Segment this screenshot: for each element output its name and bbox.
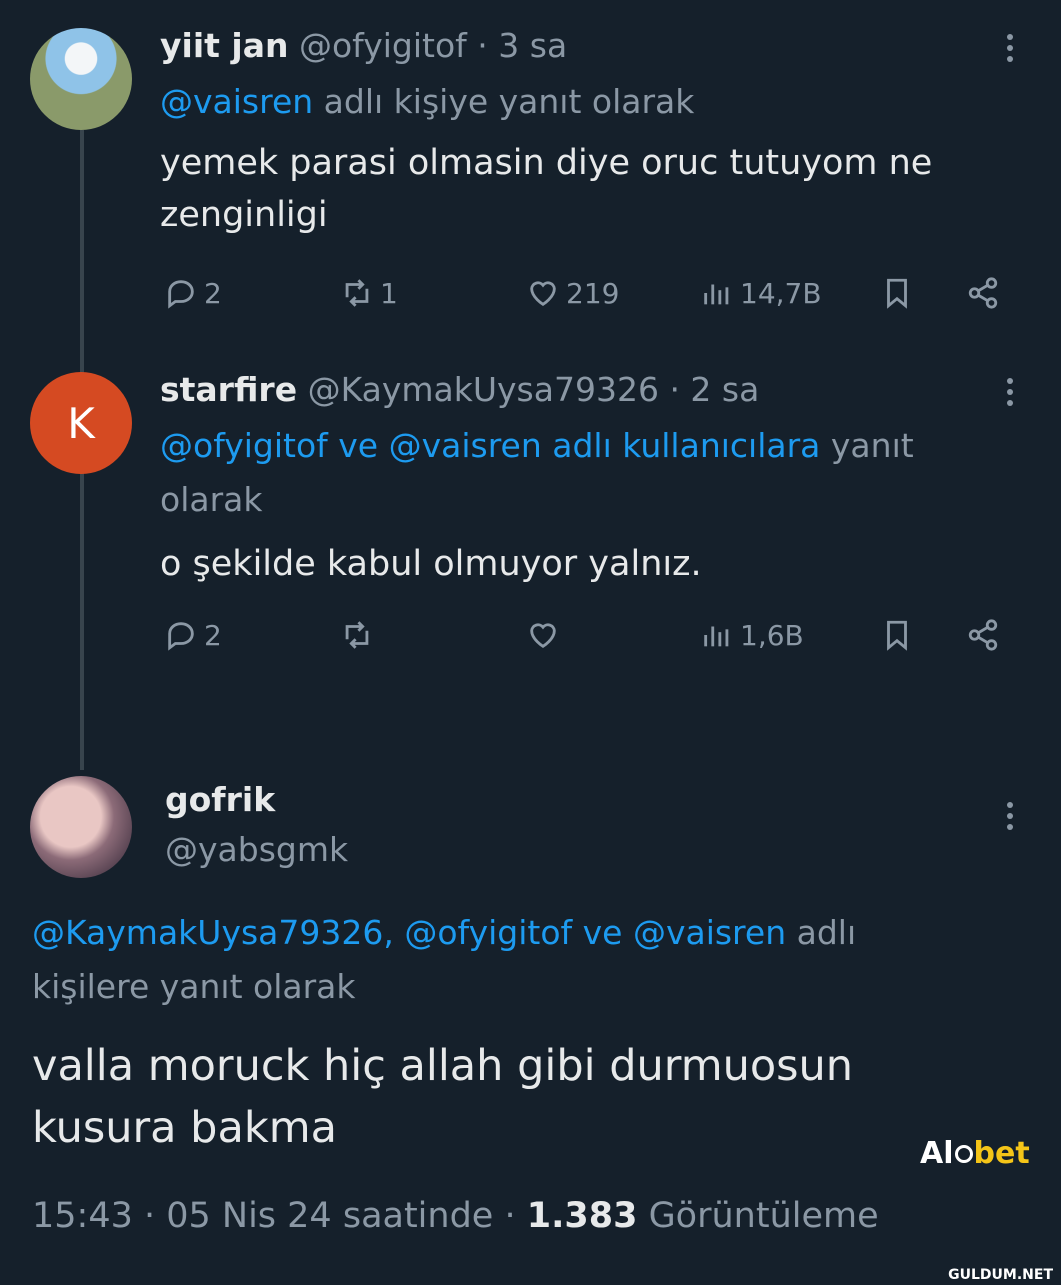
handle[interactable]: @yabsgmk — [165, 830, 348, 869]
bookmark-icon — [887, 620, 907, 651]
reply-icon — [168, 622, 194, 651]
display-name[interactable]: starfire — [160, 370, 297, 409]
mention-link[interactable]: @vaisren — [160, 82, 313, 121]
view-count: 1,6B — [740, 618, 804, 652]
share-button[interactable] — [966, 618, 1006, 652]
retweet-button[interactable]: 1 — [340, 276, 398, 310]
share-icon — [968, 277, 998, 309]
like-count: 219 — [566, 276, 620, 310]
avatar-letter: K — [67, 398, 95, 448]
display-name[interactable]: gofrik — [165, 780, 275, 819]
timestamp[interactable]: 15:43 · 05 Nis 24 saatinde · — [32, 1196, 527, 1236]
bookmark-button[interactable] — [880, 276, 920, 310]
view-count: 14,7B — [740, 276, 822, 310]
more-options-icon[interactable] — [1007, 802, 1015, 835]
handle[interactable]: @KaymakUysa79326 — [308, 370, 659, 409]
reply-count: 2 — [204, 618, 222, 652]
retweet-button[interactable] — [340, 618, 380, 652]
tweet-header: yiit jan @ofyigitof · 3 sa — [160, 26, 567, 65]
reply-context: @ofyigitof ve @vaisren adlı kullanıcılar… — [160, 426, 914, 519]
view-count: 1.383 — [526, 1196, 638, 1236]
watermark: GULDUM.NET — [948, 1267, 1053, 1283]
avatar[interactable] — [30, 28, 132, 130]
heart-icon — [530, 281, 556, 307]
action-bar: 2 1 219 14,7B — [160, 276, 1020, 320]
reply-context: @KaymakUysa79326, @ofyigitof ve @vaisren… — [32, 913, 857, 1006]
views-icon — [704, 626, 729, 647]
tweet-text: o şekilde kabul olmuyor yalnız. — [160, 544, 702, 584]
tweet-text: yemek parasi olmasin diye oruc tutuyom n… — [160, 143, 933, 235]
timestamp[interactable]: · 2 sa — [669, 370, 759, 409]
tweet-metadata: 15:43 · 05 Nis 24 saatinde · 1.383 Görün… — [32, 1196, 879, 1236]
reply-icon — [168, 280, 194, 309]
views-button[interactable]: 1,6B — [700, 618, 804, 652]
reply-button[interactable]: 2 — [164, 276, 222, 310]
share-icon — [968, 619, 998, 651]
action-bar: 2 1,6B — [160, 618, 1020, 662]
bookmark-button[interactable] — [880, 618, 920, 652]
reply-context: @vaisren adlı kişiye yanıt olarak — [160, 82, 695, 121]
avatar[interactable] — [30, 776, 132, 878]
display-name[interactable]: yiit jan — [160, 26, 288, 65]
mention-link[interactable]: @ofyigitof ve @vaisren adlı kullanıcılar… — [160, 426, 820, 465]
brand-logo: Al bet — [920, 1136, 1030, 1171]
handle[interactable]: @ofyigitof — [299, 26, 467, 65]
more-options-icon[interactable] — [1007, 34, 1015, 67]
retweet-icon — [345, 621, 369, 649]
avatar[interactable]: K — [30, 372, 132, 474]
share-button[interactable] — [966, 276, 1006, 310]
retweet-count: 1 — [380, 276, 398, 310]
reply-button[interactable]: 2 — [164, 618, 222, 652]
timestamp[interactable]: · 3 sa — [477, 26, 567, 65]
heart-icon — [530, 623, 556, 649]
tweet-header: starfire @KaymakUysa79326 · 2 sa — [160, 370, 759, 409]
reply-count: 2 — [204, 276, 222, 310]
retweet-icon — [345, 279, 369, 307]
like-button[interactable] — [526, 618, 566, 652]
views-button[interactable]: 14,7B — [700, 276, 822, 310]
bookmark-icon — [887, 278, 907, 309]
views-icon — [704, 284, 729, 305]
more-options-icon[interactable] — [1007, 378, 1015, 411]
mention-link[interactable]: @KaymakUysa79326, @ofyigitof ve @vaisren — [32, 913, 786, 952]
tweet-text: valla moruck hiç allah gibi durmuosun ku… — [32, 1041, 854, 1153]
like-button[interactable]: 219 — [526, 276, 619, 310]
